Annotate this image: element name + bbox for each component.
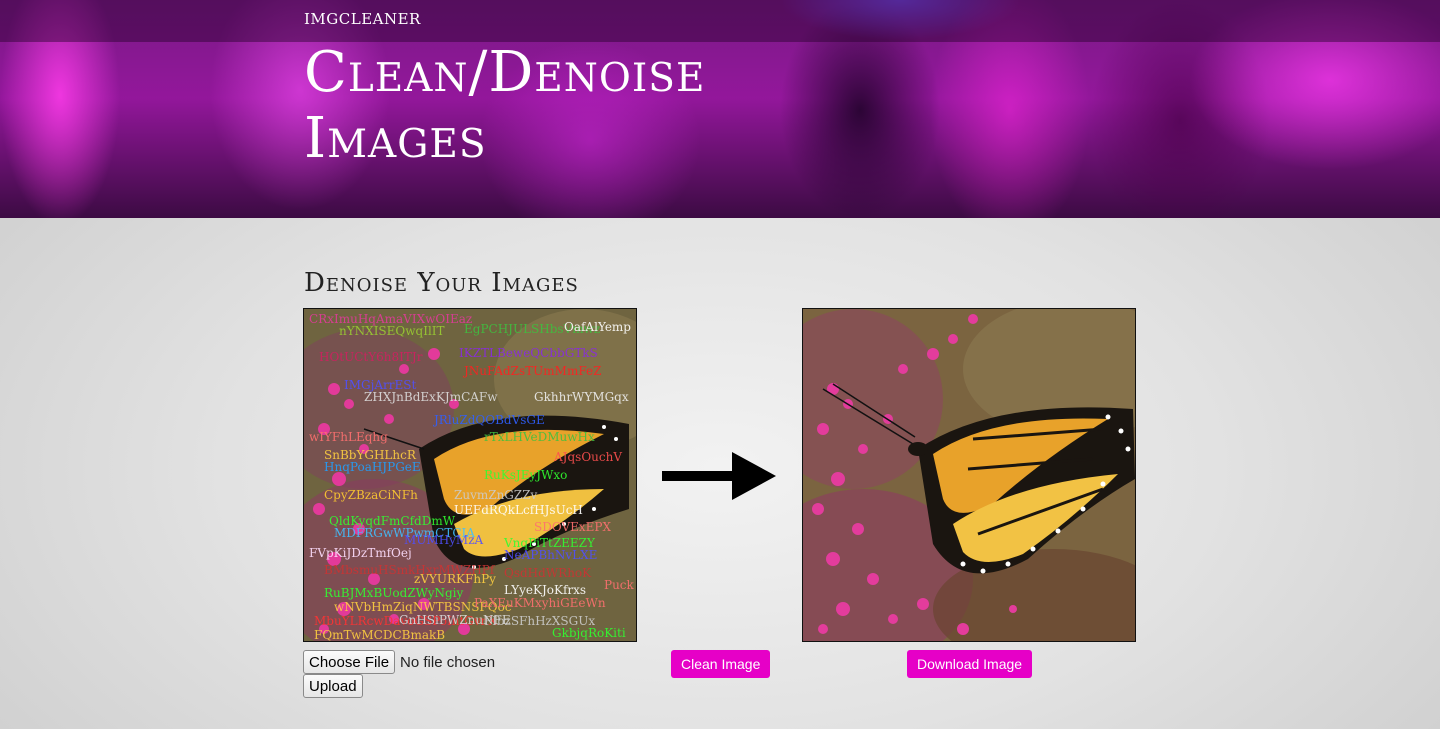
upload-button[interactable]: Upload — [303, 674, 363, 698]
brand-logo[interactable]: IMGCLEANER — [304, 10, 421, 28]
svg-text:wIYFhLEqhg: wIYFhLEqhg — [309, 430, 388, 444]
svg-text:CpyZBzaCiNFh: CpyZBzaCiNFh — [324, 488, 418, 502]
arrow-right-icon — [662, 452, 776, 500]
download-image-button[interactable]: Download Image — [907, 650, 1033, 678]
clean-image-button[interactable]: Clean Image — [671, 650, 771, 678]
svg-text:ZHXJnBdExKJmCAFw: ZHXJnBdExKJmCAFw — [364, 390, 498, 404]
noisy-butterfly-image: CRxImuHqAmaVIXwOIEaz nYNXISEQwqIlIT EgPC… — [304, 309, 636, 641]
svg-text:FVpKiJDzTmfOej: FVpKiJDzTmfOej — [309, 546, 412, 560]
svg-text:LYyeKJoKfrxs: LYyeKJoKfrxs — [504, 583, 586, 597]
file-status-text: No file chosen — [400, 653, 496, 671]
svg-text:GnHSiPWZnuNFE: GnHSiPWZnuNFE — [399, 613, 511, 627]
page-title: Clean/Denoise Images — [304, 40, 706, 171]
section-heading: Denoise Your Images — [304, 268, 579, 298]
clean-butterfly-image — [803, 309, 1135, 641]
svg-text:nYNXISEQwqIlIT: nYNXISEQwqIlIT — [339, 324, 445, 338]
svg-text:zVYURKFhPy: zVYURKFhPy — [414, 572, 496, 586]
svg-text:Puck: Puck — [604, 578, 635, 592]
choose-file-button[interactable]: Choose File — [303, 650, 396, 674]
noisy-image-preview: CRxImuHqAmaVIXwOIEaz nYNXISEQwqIlIT EgPC… — [303, 308, 637, 642]
svg-text:RuBJMxBUodZWyNgiy: RuBJMxBUodZWyNgiy — [324, 586, 463, 600]
svg-text:IKZTLBeweQCbbGTkS: IKZTLBeweQCbbGTkS — [459, 346, 598, 360]
svg-text:NeAPBhNvLXE: NeAPBhNvLXE — [504, 548, 597, 562]
svg-text:JNuFAdZsTUmMmFeZ: JNuFAdZsTUmMmFeZ — [462, 364, 601, 378]
svg-text:RuKsJEyJWxo: RuKsJEyJWxo — [484, 468, 567, 482]
clean-image-preview — [802, 308, 1136, 642]
svg-text:HnqPoaHJPGeE: HnqPoaHJPGeE — [324, 460, 421, 474]
svg-text:QsdHdWRhoK: QsdHdWRhoK — [504, 566, 592, 580]
svg-text:GkbjqRoKiti: GkbjqRoKiti — [552, 626, 626, 640]
svg-text:SDOVExEPX: SDOVExEPX — [534, 520, 611, 534]
svg-text:AJqsOuchV: AJqsOuchV — [553, 450, 622, 464]
hero-banner: IMGCLEANER Clean/Denoise Images — [0, 0, 1440, 218]
svg-text:JRluZdQOBdVsGE: JRluZdQOBdVsGE — [432, 413, 545, 427]
top-nav-bar — [0, 0, 1440, 42]
svg-text:HOtUCtY6h8ITJr: HOtUCtY6h8ITJr — [319, 350, 423, 364]
svg-text:OafAlYemp: OafAlYemp — [564, 320, 631, 334]
svg-text:GkhhrWYMGqx: GkhhrWYMGqx — [534, 390, 629, 404]
file-input[interactable]: Choose File No file chosen — [303, 650, 495, 674]
svg-text:ZuvmZnGZZv: ZuvmZnGZZv — [454, 488, 538, 502]
svg-text:FQmTwMCDCBmakB: FQmTwMCDCBmakB — [314, 628, 445, 641]
svg-text:UEFdRQkLcfHJsUcH: UEFdRQkLcfHJsUcH — [454, 503, 583, 517]
svg-text:rTxLHVeDMuwHx: rTxLHVeDMuwHx — [484, 430, 595, 444]
svg-text:PaXEuKMxyhiGEeWn: PaXEuKMxyhiGEeWn — [474, 596, 606, 610]
svg-text:MUMHyMzA: MUMHyMzA — [404, 533, 484, 547]
